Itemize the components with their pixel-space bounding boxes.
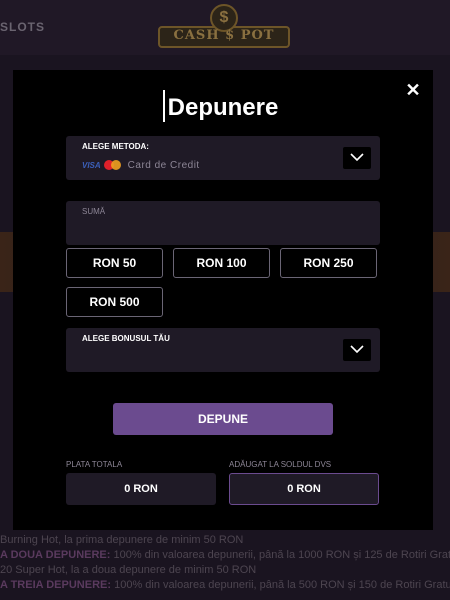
payment-method-text: Card de Credit [127, 159, 200, 171]
total-payment-label: PLATA TOTALA [66, 460, 123, 469]
amount-label: SUMĂ [82, 207, 106, 216]
deposit-modal: ✕ Depunere ALEGE METODA: VISA Card de Cr… [13, 70, 433, 530]
amount-button-50[interactable]: RON 50 [66, 248, 163, 278]
promo-line: A TREIA DEPUNERE: 100% din valoarea depu… [0, 579, 450, 591]
added-balance-value: 0 RON [229, 473, 379, 505]
payment-method-select[interactable]: ALEGE METODA: VISA Card de Credit [66, 136, 380, 180]
site-logo[interactable]: $ CASH $ POT [158, 4, 290, 50]
nav-item-slots[interactable]: SLOTS [0, 20, 45, 34]
method-dropdown-button[interactable] [343, 147, 371, 169]
deposit-submit-button[interactable]: DEPUNE [113, 403, 333, 435]
chevron-down-icon [350, 153, 364, 162]
bonus-label: ALEGE BONUSUL TĂU [82, 334, 170, 343]
total-payment-value: 0 RON [66, 473, 216, 505]
promo-line: Burning Hot, la prima depunere de minim … [0, 534, 244, 546]
bonus-dropdown-button[interactable] [343, 339, 371, 361]
payment-method-label: ALEGE METODA: [82, 142, 149, 151]
added-balance-label: ADĂUGAT LA SOLDUL DVS [229, 460, 332, 469]
bonus-select[interactable]: ALEGE BONUSUL TĂU [66, 328, 380, 372]
amount-input[interactable]: SUMĂ [66, 201, 380, 245]
mastercard-icon [103, 160, 122, 170]
promo-line: A DOUA DEPUNERE: 100% din valoarea depun… [0, 549, 450, 561]
payment-method-value: VISA Card de Credit [82, 159, 200, 171]
amount-button-500[interactable]: RON 500 [66, 287, 163, 317]
visa-icon: VISA [82, 160, 101, 170]
amount-button-100[interactable]: RON 100 [173, 248, 270, 278]
modal-title: Depunere [167, 94, 279, 121]
chevron-down-icon [350, 345, 364, 354]
amount-button-250[interactable]: RON 250 [280, 248, 377, 278]
promo-line: 20 Super Hot, la a doua depunere de mini… [0, 564, 257, 576]
logo-text: CASH $ POT [173, 28, 275, 43]
